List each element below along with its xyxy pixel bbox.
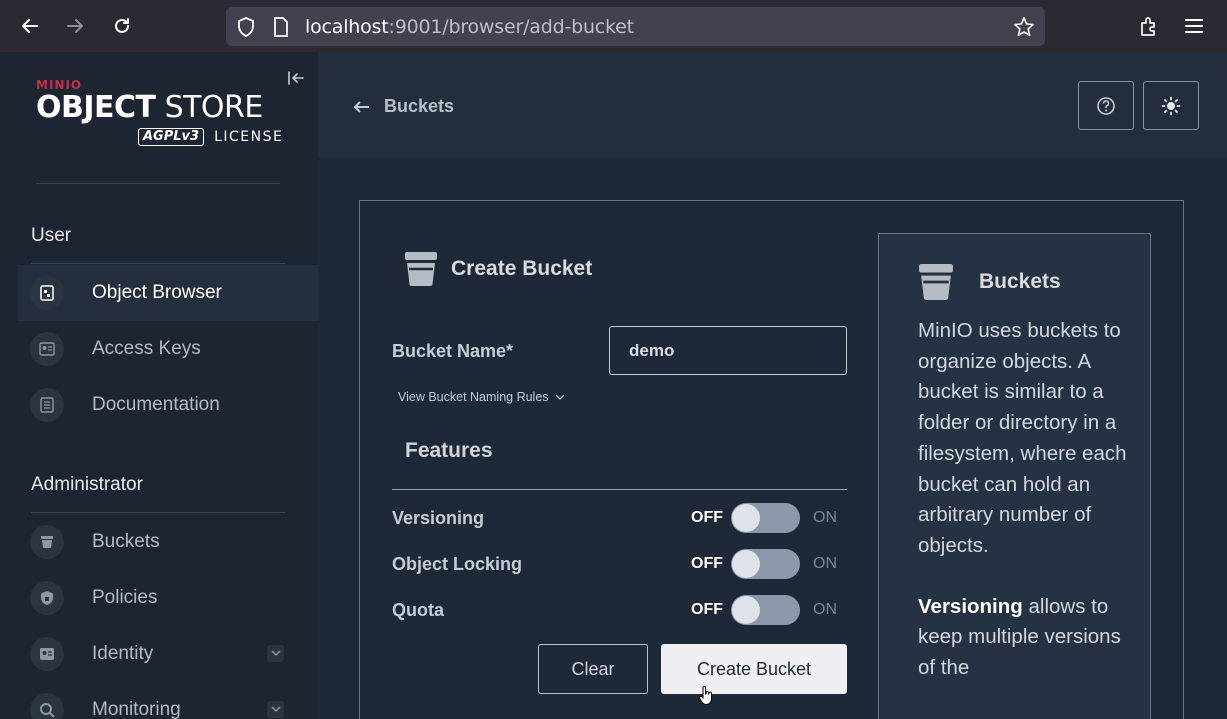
help-icon — [1097, 96, 1115, 115]
create-bucket-title: Create Bucket — [405, 252, 592, 286]
sidebar-item-label: Buckets — [92, 531, 160, 552]
divider — [31, 263, 285, 264]
versioning-label: Versioning — [392, 508, 485, 528]
sidebar-item-label: Identity — [92, 643, 154, 664]
bucket-name-field[interactable] — [609, 326, 847, 375]
extensions-icon[interactable] — [1136, 13, 1162, 39]
toggle-off-label: OFF — [691, 601, 723, 618]
sidebar-item-label: Access Keys — [92, 338, 201, 359]
naming-rules-link[interactable]: View Bucket Naming Rules — [398, 390, 565, 404]
clear-button[interactable]: Clear — [538, 644, 648, 694]
versioning-toggle[interactable] — [731, 503, 800, 533]
sidebar-item-monitoring[interactable]: Monitoring — [18, 682, 318, 719]
toggle-on-label: ON — [813, 601, 837, 618]
help-term: Versioning — [918, 594, 1023, 618]
divider — [36, 183, 280, 184]
object-locking-toggle[interactable] — [731, 549, 800, 579]
theme-toggle-button[interactable] — [1143, 81, 1199, 130]
naming-rules-label: View Bucket Naming Rules — [398, 390, 549, 404]
toggle-off-label: OFF — [691, 509, 723, 526]
quota-label: Quota — [392, 600, 444, 620]
object-locking-label: Object Locking — [392, 554, 523, 574]
sidebar-item-label: Monitoring — [92, 699, 181, 719]
bookmark-star-icon[interactable] — [1013, 16, 1035, 38]
sidebar-item-label: Object Browser — [92, 282, 222, 303]
back-to-buckets-link[interactable]: Buckets — [354, 96, 454, 117]
help-paragraph: MinIO uses buckets to organize objects. … — [918, 319, 1127, 557]
sidebar-item-documentation[interactable]: Documentation — [18, 377, 318, 433]
sidebar-item-buckets[interactable]: Buckets — [18, 514, 318, 570]
object-browser-icon — [30, 276, 64, 310]
toggle-off-label: OFF — [691, 555, 723, 572]
bucket-icon — [919, 264, 953, 300]
toggle-knob — [732, 550, 760, 578]
license-text: LICENSE — [214, 129, 284, 145]
chevron-down-icon[interactable] — [267, 701, 284, 718]
bucket-name-label: Bucket Name* — [392, 341, 514, 361]
help-title: Buckets — [919, 264, 1061, 300]
hand-cursor-icon — [698, 686, 712, 706]
back-link-label: Buckets — [384, 96, 455, 116]
chevron-down-icon[interactable] — [267, 645, 284, 662]
sidebar: MINIO OBJECT STORE AGPLv3 LICENSE User O… — [0, 52, 318, 719]
monitoring-icon — [30, 693, 64, 719]
sidebar-item-identity[interactable]: Identity — [18, 626, 318, 682]
features-heading: Features — [405, 439, 493, 462]
app-menu-icon[interactable] — [1181, 13, 1207, 39]
access-keys-icon — [30, 332, 64, 366]
help-panel: Buckets MinIO uses buckets to organize o… — [878, 233, 1151, 719]
sidebar-item-access-keys[interactable]: Access Keys — [18, 321, 318, 377]
divider — [31, 512, 285, 513]
forward-arrow-icon[interactable] — [61, 12, 89, 40]
agpl-badge: AGPLv3 — [138, 128, 205, 146]
shield-icon[interactable] — [236, 16, 256, 38]
create-bucket-button[interactable]: Create Bucket — [661, 644, 847, 694]
help-paragraph: Versioning allows to keep multiple versi… — [918, 592, 1128, 684]
quota-toggle[interactable] — [731, 595, 800, 625]
collapse-sidebar-icon[interactable] — [287, 70, 305, 91]
browser-toolbar: localhost:9001/browser/add-bucket — [0, 0, 1227, 52]
page-info-icon[interactable] — [272, 16, 290, 38]
back-arrow-icon — [354, 100, 369, 113]
url-bar[interactable]: localhost:9001/browser/add-bucket — [226, 7, 1045, 46]
help-text: MinIO uses buckets to organize objects. … — [918, 316, 1128, 684]
bucket-name-input[interactable] — [610, 327, 846, 374]
logo-product: OBJECT STORE — [36, 90, 263, 125]
form-title: Create Bucket — [451, 257, 593, 280]
policies-icon — [30, 581, 64, 615]
toggle-on-label: ON — [813, 555, 837, 572]
help-title-text: Buckets — [979, 270, 1061, 293]
help-button[interactable] — [1078, 81, 1134, 130]
bucket-icon — [405, 252, 437, 286]
reload-icon[interactable] — [108, 12, 136, 40]
toggle-knob — [732, 504, 760, 532]
bucket-icon — [30, 525, 64, 559]
section-administrator: Administrator — [31, 474, 143, 495]
toggle-on-label: ON — [813, 509, 837, 526]
identity-icon — [30, 637, 64, 671]
back-arrow-icon[interactable] — [16, 12, 44, 40]
sidebar-item-object-browser[interactable]: Object Browser — [18, 265, 318, 321]
minio-logo[interactable]: MINIO OBJECT STORE AGPLv3 LICENSE — [36, 78, 282, 146]
sun-icon — [1161, 96, 1181, 115]
section-user: User — [31, 225, 72, 246]
divider — [392, 489, 847, 490]
sidebar-item-label: Documentation — [92, 394, 220, 415]
chevron-down-icon — [555, 394, 564, 400]
toggle-knob — [732, 596, 760, 624]
documentation-icon — [30, 388, 64, 422]
page-header: Buckets — [318, 52, 1227, 158]
url-text[interactable]: localhost:9001/browser/add-bucket — [305, 16, 634, 38]
sidebar-item-policies[interactable]: Policies — [18, 570, 318, 626]
sidebar-item-label: Policies — [92, 587, 158, 608]
